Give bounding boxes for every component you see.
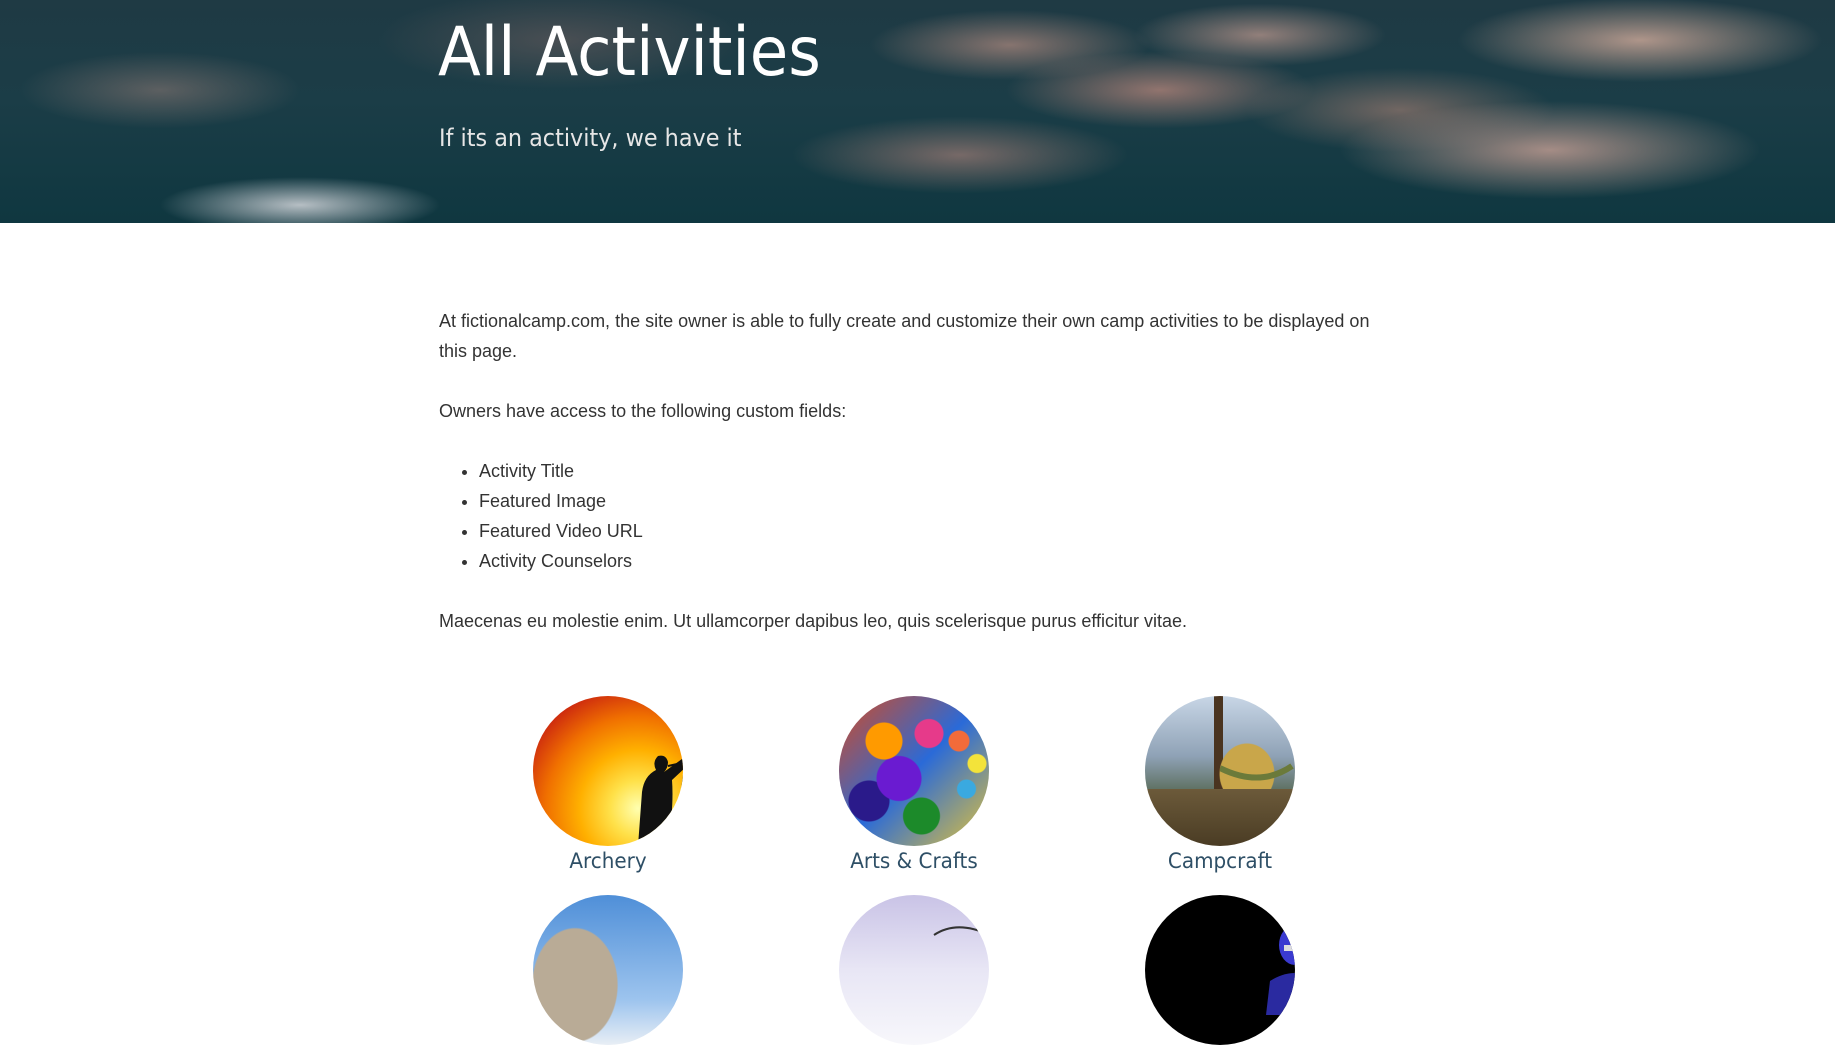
helmet-icon	[1266, 925, 1295, 1015]
activity-card-fishing[interactable]	[761, 895, 1067, 1048]
climber-icon	[608, 895, 683, 1045]
page-title: All Activities	[438, 13, 821, 92]
archer-icon	[638, 755, 683, 846]
activity-title[interactable]: Arts & Crafts	[769, 849, 1060, 873]
fisher-icon	[933, 926, 989, 936]
activity-card-sports[interactable]	[1067, 895, 1373, 1048]
intro-paragraph: At fictionalcamp.com, the site owner is …	[439, 311, 1370, 361]
intro-paragraph: Owners have access to the following cust…	[439, 401, 847, 421]
page-hero-banner: All Activities If its an activity, we ha…	[0, 0, 1835, 223]
paint-palette-image[interactable]	[839, 696, 989, 846]
fishing-image[interactable]	[839, 895, 989, 1045]
intro-paragraph: Maecenas eu molestie enim. Ut ullamcorpe…	[439, 611, 1188, 631]
activity-card-arts-crafts[interactable]: Arts & Crafts	[761, 696, 1067, 873]
rock-climbing-image[interactable]	[533, 895, 683, 1045]
activity-title[interactable]: Campcraft	[1075, 849, 1366, 873]
archer-silhouette-image[interactable]	[533, 696, 683, 846]
list-item: Activity Counselors	[479, 546, 1399, 576]
activity-card-climbing[interactable]	[455, 895, 761, 1048]
list-item: Featured Image	[479, 486, 1399, 516]
activity-card-campcraft[interactable]: Campcraft	[1067, 696, 1373, 873]
sports-helmet-image[interactable]	[1145, 895, 1295, 1045]
list-item: Featured Video URL	[479, 516, 1399, 546]
activity-card-archery[interactable]: Archery	[455, 696, 761, 873]
tent-icon	[1220, 763, 1294, 781]
intro-content: At fictionalcamp.com, the site owner is …	[439, 306, 1399, 666]
custom-fields-list: Activity Title Featured Image Featured V…	[439, 456, 1399, 576]
activity-title[interactable]: Archery	[463, 849, 754, 873]
page-subtitle: If its an activity, we have it	[439, 124, 742, 152]
tent-hammock-image[interactable]	[1145, 696, 1295, 846]
list-item: Activity Title	[479, 456, 1399, 486]
